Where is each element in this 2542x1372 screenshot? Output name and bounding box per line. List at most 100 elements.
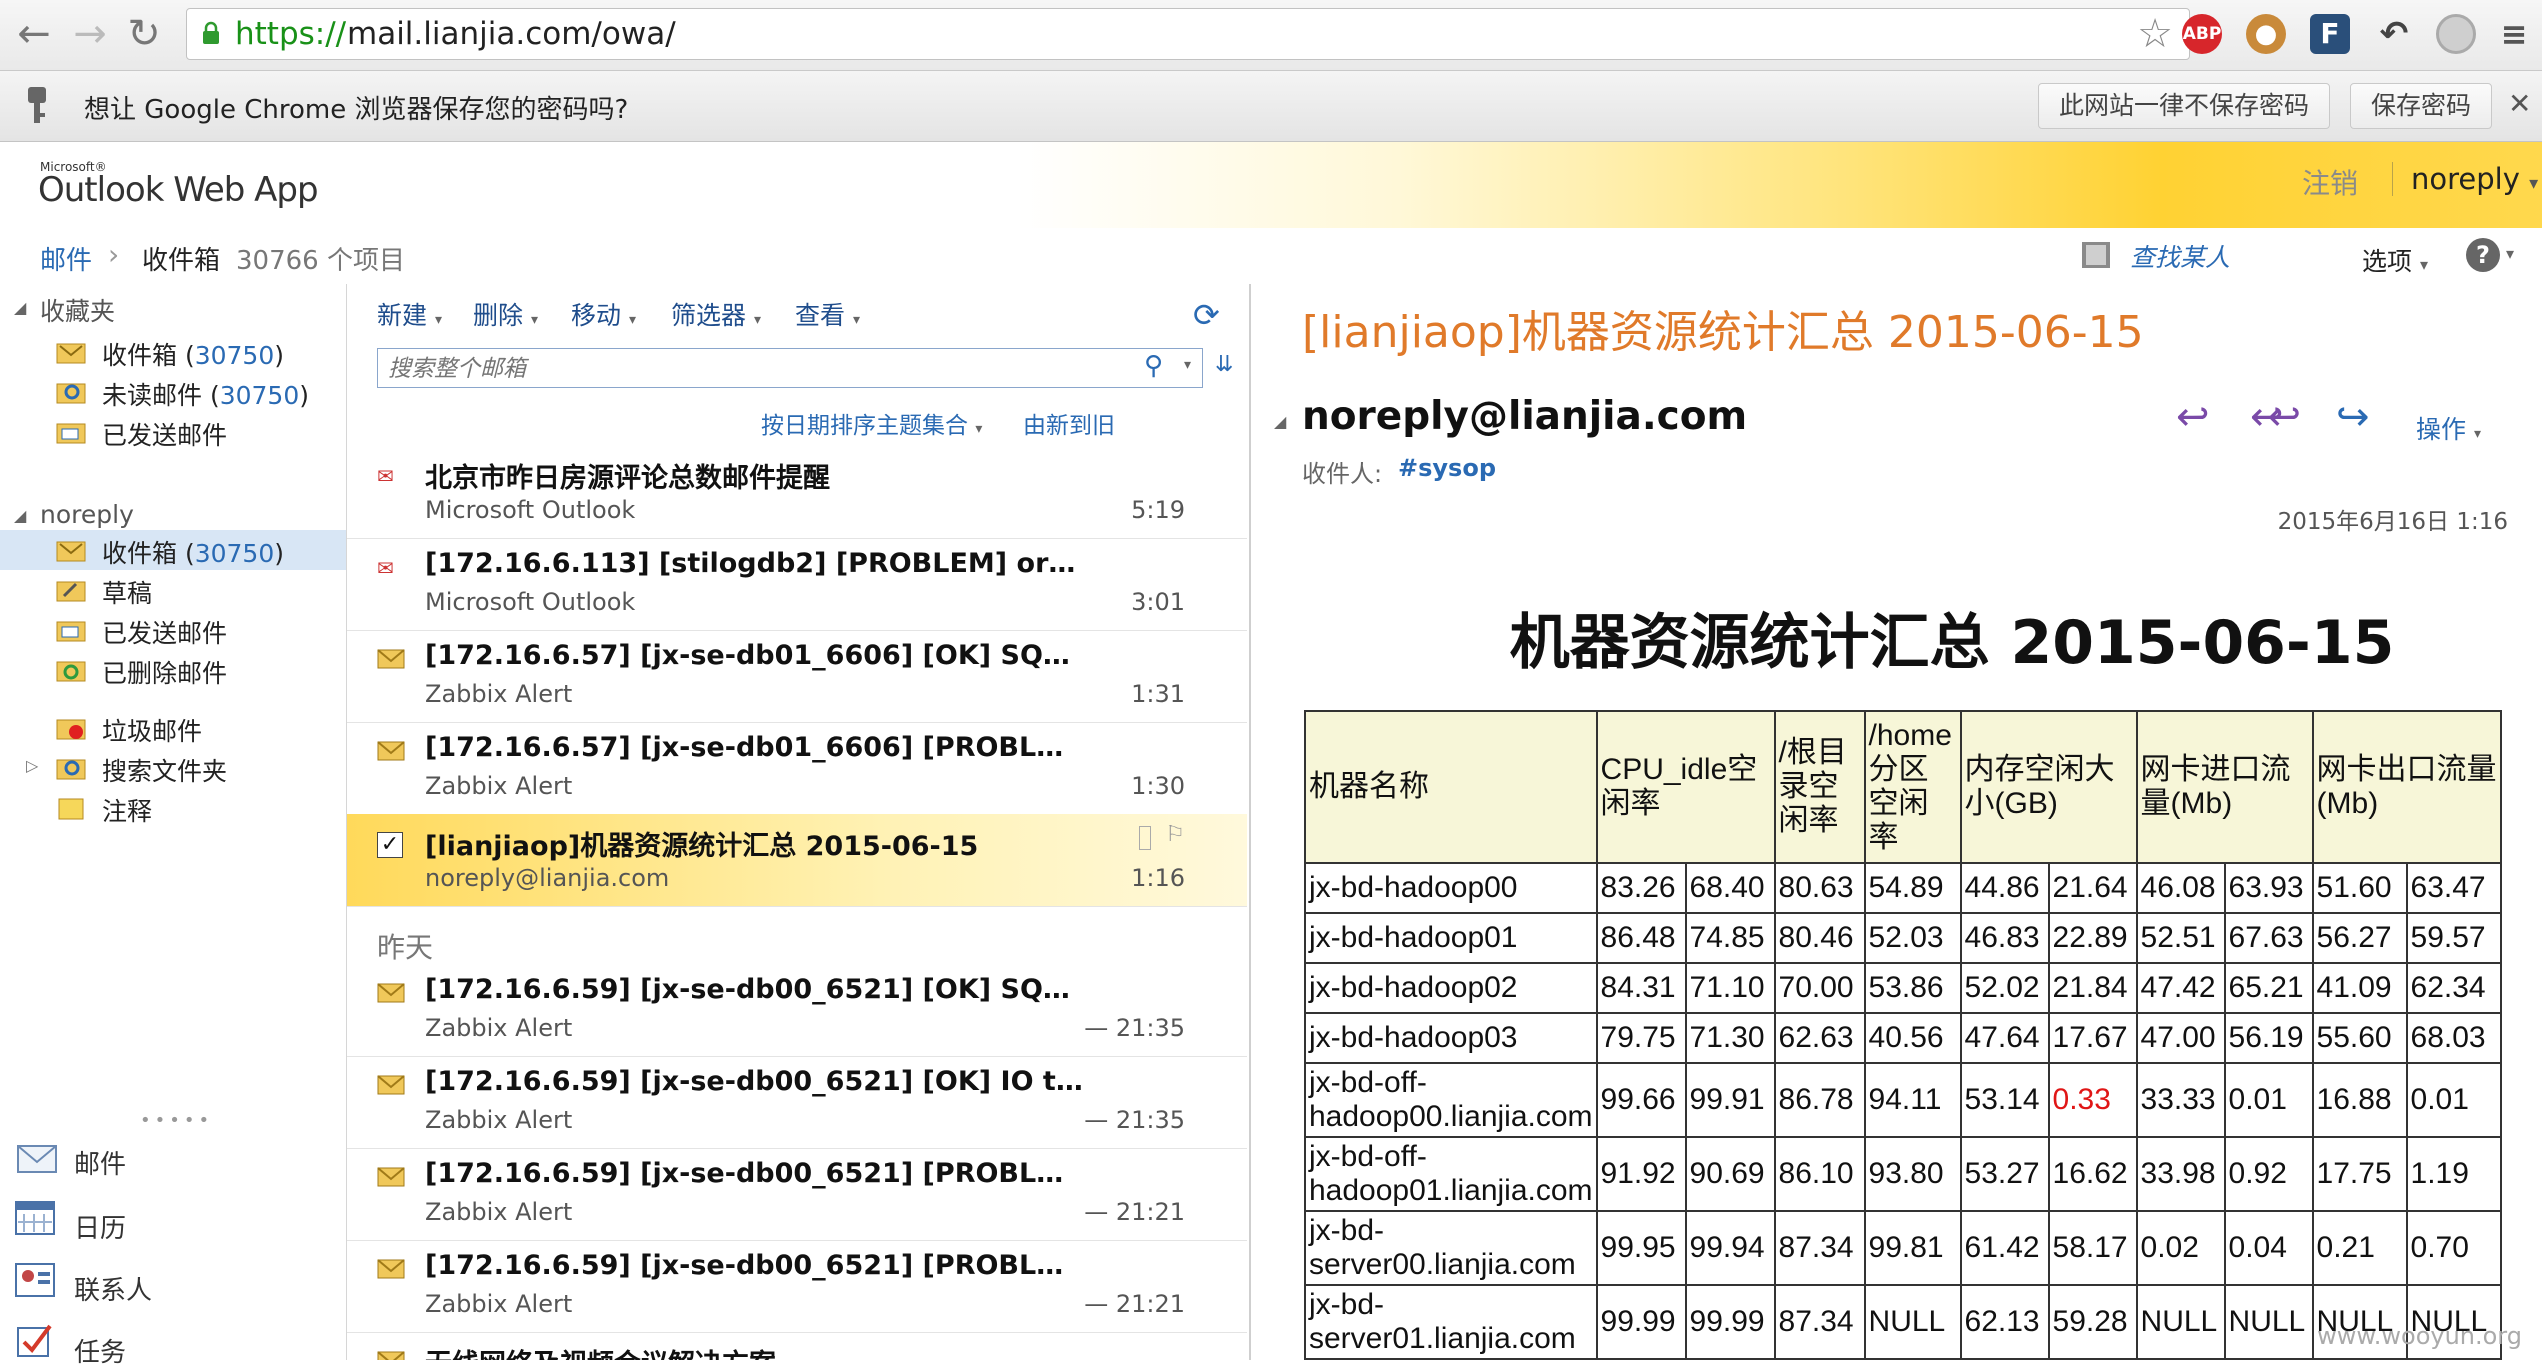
cookie-icon[interactable]: ● <box>2246 14 2286 54</box>
table-cell: 63.93 <box>2223 862 2314 914</box>
table-header: 内存空闲大小(GB) <box>1959 710 2138 864</box>
address-book-icon[interactable] <box>2080 240 2114 270</box>
never-save-password-button[interactable]: 此网站一律不保存密码 <box>2038 83 2331 129</box>
search-input[interactable] <box>386 353 1110 385</box>
undo-swirl-icon[interactable]: ↶ <box>2374 14 2414 54</box>
pane-resize-handle[interactable]: ••••• <box>140 1110 213 1131</box>
table-header: /根目录空闲率 <box>1773 710 1866 864</box>
expand-triangle-icon[interactable]: ▷ <box>26 756 38 775</box>
fav-inbox-label: 收件箱 (30750) <box>102 341 285 370</box>
table-cell: 1.19 <box>2405 1136 2502 1212</box>
refresh-icon[interactable]: ⟳ <box>1193 296 1220 334</box>
view-label: 查看 <box>795 301 846 330</box>
module-mail[interactable]: 邮件 <box>0 1130 346 1188</box>
reply-all-icon[interactable]: ↩↩ <box>2250 394 2301 440</box>
module-mail-label: 邮件 <box>74 1150 127 1180</box>
fav-unread[interactable]: 未读邮件 (30750) <box>0 372 346 412</box>
folder-sent[interactable]: 已发送邮件 <box>0 610 346 650</box>
table-cell: 21.84 <box>2047 962 2138 1014</box>
fav-inbox[interactable]: 收件箱 (30750) <box>0 332 346 372</box>
message-sender: noreply@lianjia.com <box>425 864 670 892</box>
fav-sent[interactable]: 已发送邮件 <box>0 412 346 452</box>
module-tasks[interactable]: 任务 <box>0 1314 346 1372</box>
chevron-down-icon: ▾ <box>2419 255 2428 274</box>
address-bar[interactable]: https:// mail.lianjia.com/owa/ ☆ <box>186 8 2190 60</box>
collapse-triangle-icon[interactable]: ◢ <box>14 298 26 317</box>
search-icon[interactable]: ⚲ <box>1144 351 1163 381</box>
table-cell: 79.75 <box>1595 1012 1687 1064</box>
save-password-button[interactable]: 保存密码 <box>2350 83 2493 129</box>
message-row-selected[interactable]: ✓ [lianjiaop]机器资源统计汇总 2015-06-15 noreply… <box>347 814 1247 907</box>
sort-menu[interactable]: 按日期排序主题集合 ▾ <box>761 406 982 440</box>
folder-deleted[interactable]: 已删除邮件 <box>0 650 346 690</box>
table-cell: 52.03 <box>1863 912 1962 964</box>
checkbox-icon[interactable]: ✓ <box>377 832 403 858</box>
breadcrumb: 邮件 › 收件箱 30766 个项目 查找某人 选项 ▾ ? ▾ <box>0 228 2542 284</box>
module-calendar[interactable]: 日历 <box>0 1190 346 1248</box>
category-icon[interactable] <box>1139 826 1151 850</box>
logout-link[interactable]: 注销 <box>2302 162 2358 202</box>
close-infobar-icon[interactable]: ✕ <box>2508 87 2531 120</box>
folder-notes[interactable]: 注释 <box>0 788 346 828</box>
back-arrow-icon[interactable]: ← <box>10 10 58 58</box>
find-people-link[interactable]: 查找某人 <box>2130 238 2230 274</box>
menu-icon[interactable]: ≡ <box>2494 14 2534 54</box>
delete-button[interactable]: 删除 ▾ <box>473 296 538 332</box>
folder-junk[interactable]: 垃圾邮件 <box>0 708 346 748</box>
message-sender: Zabbix Alert <box>425 1198 573 1226</box>
feedly-f-icon[interactable]: F <box>2310 14 2350 54</box>
message-row[interactable]: [172.16.6.59] [jx-se-db00_6521] [OK] SQ…… <box>347 964 1247 1057</box>
collapse-triangle-icon[interactable]: ◢ <box>14 506 26 525</box>
table-header: 网卡出口流量(Mb) <box>2311 710 2502 864</box>
view-button[interactable]: 查看 ▾ <box>795 296 860 332</box>
message-row[interactable]: 无线网络及视频会议解决方案 <box>347 1332 1247 1360</box>
table-cell: 0.01 <box>2223 1062 2314 1138</box>
help-icon[interactable]: ? <box>2466 238 2500 272</box>
move-button[interactable]: 移动 ▾ <box>571 296 636 332</box>
actions-menu[interactable]: 操作 ▾ <box>2416 410 2481 446</box>
forward-arrow-icon[interactable]: → <box>66 10 114 58</box>
chevron-down-icon[interactable]: ▾ <box>1184 357 1191 373</box>
chevron-down-icon[interactable]: ▾ <box>2506 244 2514 263</box>
adblock-icon[interactable]: ABP <box>2182 14 2222 54</box>
message-sender[interactable]: noreply@lianjia.com <box>1302 394 1747 439</box>
sort-order-link[interactable]: 由新到旧 <box>1023 406 1115 440</box>
filter-button[interactable]: 筛选器 ▾ <box>671 296 761 332</box>
user-menu[interactable]: noreply ▾ <box>2392 162 2538 196</box>
message-row[interactable]: [172.16.6.57] [jx-se-db01_6606] [OK] SQ…… <box>347 630 1247 723</box>
new-button[interactable]: 新建 ▾ <box>377 296 442 332</box>
options-menu[interactable]: 选项 ▾ <box>2362 242 2428 278</box>
message-row[interactable]: [172.16.6.57] [jx-se-db01_6606] [PROBL… … <box>347 722 1247 815</box>
calendar-icon <box>15 1201 55 1235</box>
message-row[interactable]: [172.16.6.59] [jx-se-db00_6521] [PROBL… … <box>347 1240 1247 1333</box>
message-row[interactable]: [172.16.6.59] [jx-se-db00_6521] [PROBL… … <box>347 1148 1247 1241</box>
reply-icon[interactable]: ↩ <box>2176 394 2210 440</box>
chevron-down-icon: ▾ <box>530 312 538 328</box>
favorites-header[interactable]: 收藏夹 <box>40 292 115 328</box>
message-row[interactable]: [172.16.6.59] [jx-se-db00_6521] [OK] IO … <box>347 1056 1247 1149</box>
chevron-down-icon: ▾ <box>852 312 860 328</box>
recipient-link[interactable]: #sysop <box>1398 454 1496 482</box>
table-header: CPU_idle空闲率 <box>1595 710 1776 864</box>
expand-search-icon[interactable]: ⇊ <box>1215 352 1233 377</box>
forward-icon[interactable]: ↪ <box>2336 394 2370 440</box>
folder-search-folders[interactable]: ▷ 搜索文件夹 <box>0 748 346 788</box>
table-cell: 53.14 <box>1959 1062 2050 1138</box>
module-contacts[interactable]: 联系人 <box>0 1252 346 1310</box>
flag-icon[interactable]: ⚐ <box>1165 822 1185 847</box>
account-header[interactable]: noreply <box>40 500 134 529</box>
message-row[interactable]: ✉ 北京市昨日房源评论总数邮件提醒 Microsoft Outlook 5:19 <box>347 446 1247 539</box>
fav-unread-label: 未读邮件 (30750) <box>102 381 310 410</box>
message-row[interactable]: ✉ [172.16.6.113] [stilogdb2] [PROBLEM] o… <box>347 538 1247 631</box>
reload-icon[interactable]: ↻ <box>120 10 168 58</box>
breadcrumb-mail-link[interactable]: 邮件 <box>40 240 92 277</box>
collapse-triangle-icon[interactable]: ◢ <box>1274 412 1286 431</box>
table-cell: 68.03 <box>2405 1012 2502 1064</box>
folder-inbox[interactable]: 收件箱 (30750) <box>0 530 346 570</box>
folder-drafts[interactable]: 草稿 <box>0 570 346 610</box>
table-cell: 0.01 <box>2405 1062 2502 1138</box>
key-icon <box>28 87 46 123</box>
circle-extension-icon[interactable] <box>2436 14 2476 54</box>
bookmark-star-icon[interactable]: ☆ <box>2137 13 2173 55</box>
recycle-folder-icon <box>56 661 86 682</box>
